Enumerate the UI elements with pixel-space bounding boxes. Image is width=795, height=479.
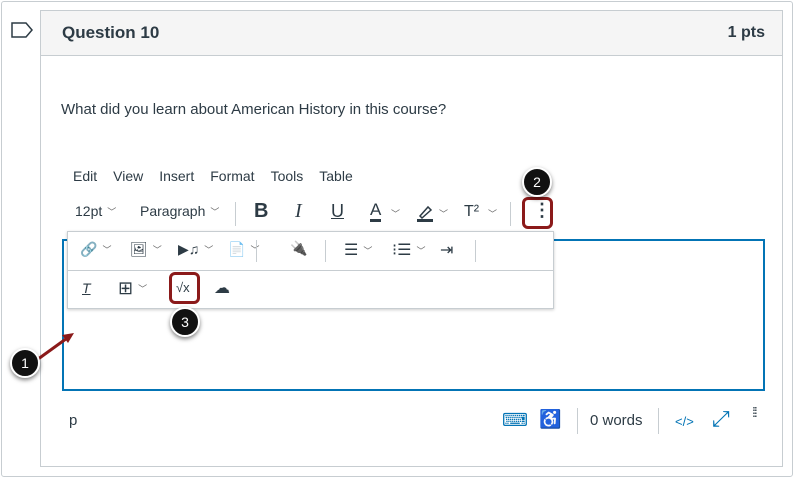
callout-3: 3 (170, 307, 200, 337)
word-count[interactable]: 0 words (590, 412, 643, 429)
toolbar-row-2 (68, 270, 553, 271)
flag-icon[interactable] (11, 22, 33, 38)
callout-1: 1 (10, 348, 40, 378)
editor-menubar: Edit View Insert Format Tools Table (73, 168, 353, 184)
overflow-toolbar: 🔗 ﹀ 🖼 ﹀ ▶♫ ﹀ 📄 ﹀ 🔌 ☰ ﹀ ⁝☰ ﹀ ⇥ T ⊞ ﹀ √x ☁ (67, 231, 554, 309)
list-icon[interactable]: ⁝☰ ﹀ (392, 240, 425, 260)
block-format-select[interactable]: Paragraph ﹀ (140, 203, 219, 219)
divider (256, 240, 257, 262)
highlight-color-icon[interactable] (416, 204, 434, 222)
italic-button[interactable]: I (295, 200, 302, 223)
resize-handle-icon[interactable]: ⁞⁞ (752, 405, 762, 419)
divider (475, 240, 476, 262)
question-points: 1 pts (727, 24, 765, 41)
highlight-more-button (522, 197, 553, 229)
cloud-embed-icon[interactable]: ☁ (214, 278, 230, 298)
block-format-value: Paragraph (140, 203, 206, 219)
divider (658, 408, 659, 434)
chevron-down-icon: ﹀ (210, 206, 220, 217)
divider (235, 202, 236, 226)
align-icon[interactable]: ☰ ﹀ (344, 240, 372, 260)
clear-formatting-icon[interactable]: T (82, 280, 91, 296)
chevron-down-icon: ﹀ (107, 206, 117, 217)
menu-edit[interactable]: Edit (73, 168, 97, 184)
bold-button[interactable]: B (254, 200, 268, 223)
menu-view[interactable]: View (113, 168, 143, 184)
text-color-button[interactable]: A (370, 201, 382, 222)
chevron-down-icon[interactable]: ﹀ (488, 207, 497, 220)
document-icon[interactable]: 📄 ﹀ (228, 241, 259, 258)
menu-format[interactable]: Format (210, 168, 254, 184)
underline-button[interactable]: U (331, 201, 344, 222)
divider (510, 202, 511, 226)
html-editor-button[interactable]: </> (675, 414, 694, 429)
menu-table[interactable]: Table (319, 168, 352, 184)
indent-icon[interactable]: ⇥ (440, 240, 453, 260)
accessibility-icon[interactable]: ♿ (539, 409, 561, 430)
keyboard-icon[interactable]: ⌨ (502, 410, 528, 431)
element-path[interactable]: p (69, 412, 77, 429)
plugin-icon[interactable]: 🔌 (290, 240, 307, 257)
highlight-math-button (169, 272, 200, 304)
question-header: Question 10 1 pts (41, 11, 782, 56)
divider (325, 240, 326, 262)
image-icon[interactable]: 🖼 ﹀ (130, 241, 162, 258)
table-icon[interactable]: ⊞ ﹀ (118, 278, 147, 299)
superscript-button[interactable]: T² (464, 203, 479, 221)
font-size-value: 12pt (75, 203, 103, 219)
question-text: What did you learn about American Histor… (61, 101, 447, 118)
fullscreen-icon[interactable]: ⤢ (712, 406, 730, 432)
callout-2: 2 (522, 167, 552, 197)
divider (577, 408, 578, 434)
menu-tools[interactable]: Tools (271, 168, 304, 184)
link-icon[interactable]: 🔗 ﹀ (80, 241, 111, 258)
menu-insert[interactable]: Insert (159, 168, 194, 184)
font-size-select[interactable]: 12pt ﹀ (75, 203, 116, 219)
question-title: Question 10 (62, 23, 160, 42)
chevron-down-icon[interactable]: ﹀ (391, 207, 400, 220)
media-icon[interactable]: ▶♫ ﹀ (178, 241, 213, 258)
chevron-down-icon[interactable]: ﹀ (439, 207, 448, 220)
